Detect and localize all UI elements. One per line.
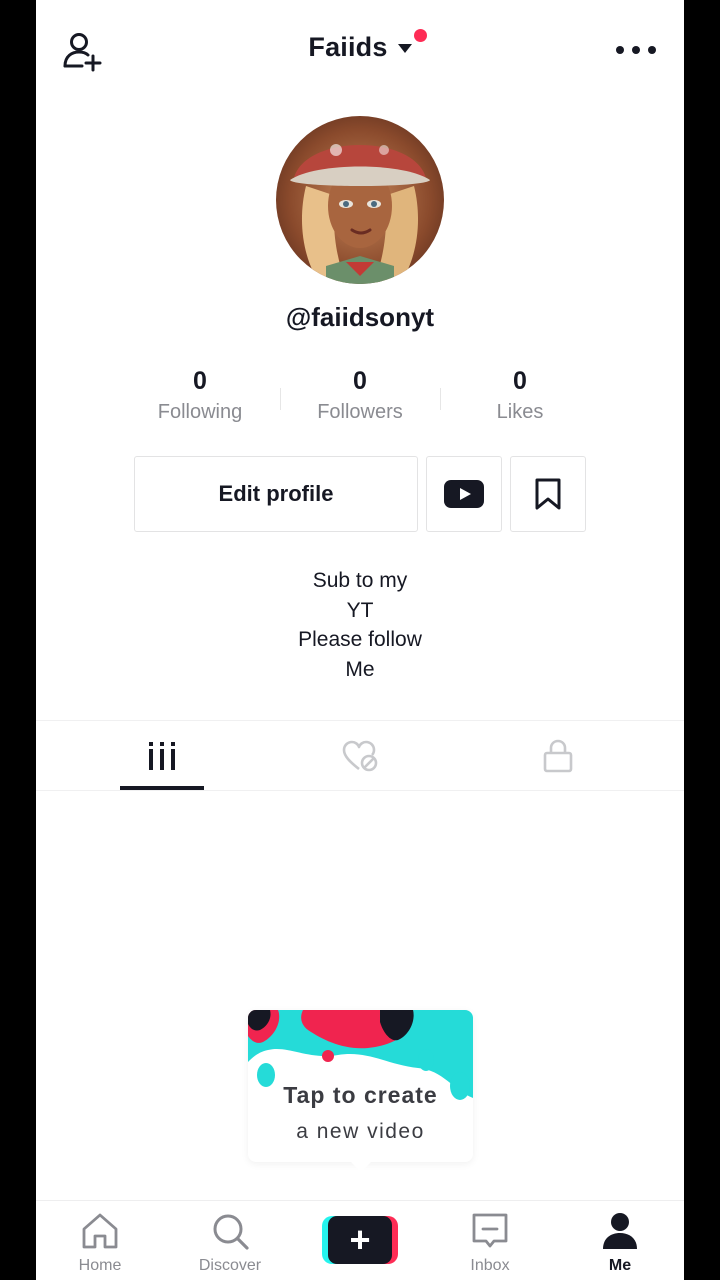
person-icon: [603, 1213, 637, 1249]
profile-username: @faiidsonyt: [285, 302, 435, 332]
stat-following[interactable]: 0 Following: [120, 364, 280, 434]
phone-screen: Faiids @faiidsonyt 0 Following 0 Followe…: [36, 0, 684, 1280]
tab-private[interactable]: [518, 722, 598, 790]
nav-label: Inbox: [470, 1257, 510, 1274]
nav-me[interactable]: Me: [570, 1201, 670, 1280]
tab-liked[interactable]: [321, 722, 401, 790]
create-button[interactable]: +: [322, 1216, 398, 1264]
stat-value: 0: [513, 367, 527, 395]
more-dot: [632, 46, 640, 54]
stat-followers[interactable]: 0 Followers: [280, 364, 440, 434]
stat-value: 0: [353, 367, 367, 395]
divider: [36, 790, 684, 791]
stat-label: Followers: [317, 401, 403, 423]
nav-label: Discover: [198, 1257, 262, 1274]
divider: [36, 720, 684, 721]
bio-line: Me: [345, 657, 375, 681]
nav-home[interactable]: Home: [50, 1201, 150, 1280]
bio-line: Please follow: [298, 628, 422, 651]
prompt-title: Tap to create: [283, 1082, 438, 1108]
stat-label: Likes: [496, 401, 544, 423]
account-title: Faiids: [308, 32, 388, 62]
more-dot: [648, 46, 656, 54]
videos-grid-icon: [149, 742, 175, 770]
youtube-button[interactable]: [426, 456, 502, 532]
more-dot: [616, 46, 624, 54]
nav-discover[interactable]: Discover: [180, 1201, 280, 1280]
stat-label: Following: [157, 401, 243, 423]
edit-profile-button[interactable]: Edit profile: [134, 456, 418, 532]
bubble-tail: [351, 1162, 371, 1172]
nav-label: Home: [78, 1257, 122, 1274]
notification-dot: [414, 29, 427, 42]
home-icon: [82, 1213, 118, 1249]
avatar-image: [276, 116, 444, 284]
create-video-prompt[interactable]: Tap to create a new video: [248, 1010, 473, 1172]
profile-bio: Sub to my YT Please follow Me: [36, 566, 684, 684]
bio-line: YT: [346, 598, 374, 622]
bookmark-icon: [535, 478, 561, 510]
plus-icon: +: [328, 1216, 392, 1264]
profile-tabs: [36, 722, 684, 790]
bio-line: Sub to my: [312, 569, 408, 592]
profile-header: Faiids: [36, 0, 684, 100]
liked-heart-icon: [342, 740, 378, 772]
nav-label: Me: [608, 1257, 632, 1274]
nav-inbox[interactable]: Inbox: [440, 1201, 540, 1280]
inbox-icon: [472, 1213, 508, 1248]
profile-stats: 0 Following 0 Followers 0 Likes: [120, 364, 600, 434]
account-switcher[interactable]: Faiids: [36, 32, 684, 63]
avatar[interactable]: [276, 116, 444, 284]
favorites-button[interactable]: [510, 456, 586, 532]
more-options-icon[interactable]: [616, 38, 656, 62]
stat-likes[interactable]: 0 Likes: [440, 364, 600, 434]
prompt-subtitle: a new video: [296, 1120, 425, 1143]
caret-down-icon: [397, 44, 412, 54]
youtube-icon: [444, 480, 484, 508]
tab-videos[interactable]: [120, 722, 204, 790]
search-icon: [213, 1214, 249, 1250]
stat-value: 0: [193, 367, 207, 395]
lock-icon: [543, 739, 573, 773]
bottom-navigation: Home Discover + Inbox Me: [36, 1200, 684, 1280]
